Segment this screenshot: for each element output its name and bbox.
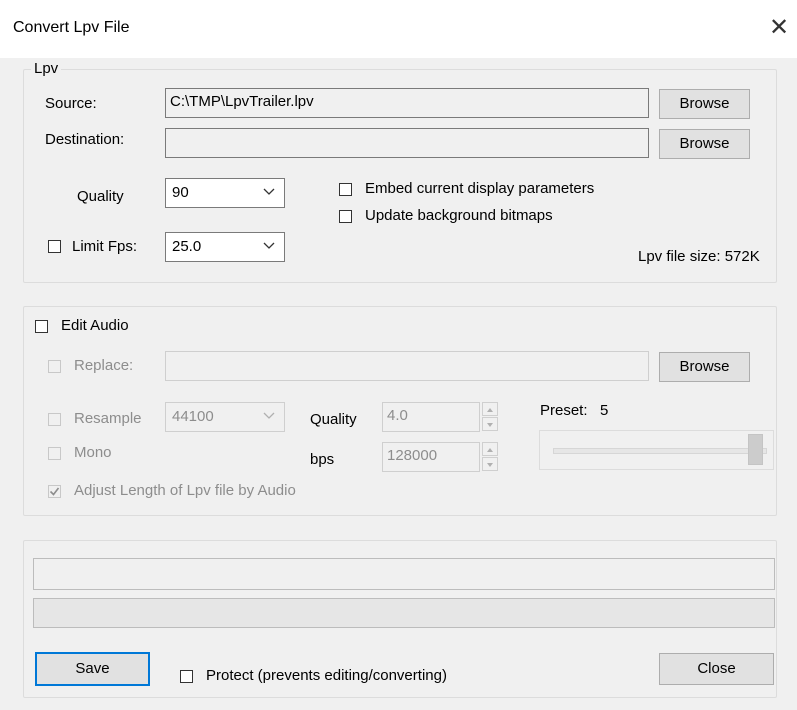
replace-field[interactable]	[165, 351, 649, 381]
protect-checkbox[interactable]	[180, 670, 193, 683]
protect-label: Protect (prevents editing/converting)	[206, 667, 447, 684]
mono-checkbox[interactable]	[48, 447, 61, 460]
save-button[interactable]: Save	[35, 652, 150, 686]
close-label: Close	[697, 660, 736, 677]
audio-quality-label: Quality	[310, 411, 357, 428]
resample-combobox[interactable]: 44100	[165, 402, 285, 432]
checkmark-icon	[49, 487, 60, 496]
source-browse-button[interactable]: Browse	[659, 89, 750, 119]
browse-label: Browse	[679, 135, 730, 152]
limit-fps-label: Limit Fps:	[72, 238, 138, 255]
close-icon: ✕	[768, 14, 790, 41]
spin-up-icon	[487, 448, 493, 452]
chevron-down-icon	[263, 242, 275, 249]
resample-value: 44100	[172, 408, 214, 425]
spin-down-icon	[487, 463, 493, 467]
adjust-length-label: Adjust Length of Lpv file by Audio	[74, 482, 296, 499]
progress-bar-top	[33, 558, 775, 590]
save-label: Save	[75, 660, 110, 677]
replace-checkbox[interactable]	[48, 360, 61, 373]
source-field[interactable]: C:\TMP\LpvTrailer.lpv	[165, 88, 649, 118]
chevron-down-icon	[263, 188, 275, 195]
file-size-text: Lpv file size: 572K	[638, 248, 760, 265]
limit-fps-combobox[interactable]: 25.0	[165, 232, 285, 262]
bps-label: bps	[310, 451, 335, 468]
edit-audio-label: Edit Audio	[61, 317, 129, 334]
update-bg-checkbox[interactable]	[339, 210, 352, 223]
source-label: Source:	[45, 95, 97, 112]
browse-label: Browse	[679, 95, 730, 112]
destination-field[interactable]	[165, 128, 649, 158]
preset-label: Preset:	[540, 402, 588, 419]
limit-fps-checkbox[interactable]	[48, 240, 61, 253]
audio-quality-field[interactable]: 4.0	[382, 402, 480, 432]
window-title: Convert Lpv File	[13, 19, 130, 36]
embed-params-label: Embed current display parameters	[365, 180, 595, 197]
destination-label: Destination:	[45, 131, 125, 148]
quality-label: Quality	[77, 188, 124, 205]
spin-down-icon	[487, 423, 493, 427]
embed-params-checkbox[interactable]	[339, 183, 352, 196]
lpv-group-label: Lpv	[31, 60, 62, 77]
bps-spin-up[interactable]	[482, 442, 498, 456]
bps-spin-down[interactable]	[482, 457, 498, 471]
update-bg-label: Update background bitmaps	[365, 207, 553, 224]
preset-value: 5	[600, 402, 609, 419]
replace-browse-button[interactable]: Browse	[659, 352, 750, 382]
spin-up-icon	[487, 408, 493, 412]
chevron-down-icon	[263, 412, 275, 419]
preset-slider-thumb[interactable]	[748, 434, 763, 465]
close-window-button[interactable]: ✕	[766, 12, 792, 44]
replace-label: Replace:	[74, 357, 134, 374]
progress-bar-bottom	[33, 598, 775, 628]
preset-slider-track	[553, 448, 767, 454]
adjust-length-checkbox[interactable]	[48, 485, 61, 498]
destination-browse-button[interactable]: Browse	[659, 129, 750, 159]
close-button[interactable]: Close	[659, 653, 774, 685]
audio-quality-spin-up[interactable]	[482, 402, 498, 416]
audio-quality-spin-down[interactable]	[482, 417, 498, 431]
bps-field[interactable]: 128000	[382, 442, 480, 472]
browse-label: Browse	[679, 358, 730, 375]
quality-combobox[interactable]: 90	[165, 178, 285, 208]
mono-label: Mono	[74, 444, 112, 461]
edit-audio-checkbox[interactable]	[35, 320, 48, 333]
limit-fps-value: 25.0	[172, 238, 202, 255]
resample-label: Resample	[74, 410, 142, 427]
quality-value: 90	[172, 184, 189, 201]
resample-checkbox[interactable]	[48, 413, 61, 426]
